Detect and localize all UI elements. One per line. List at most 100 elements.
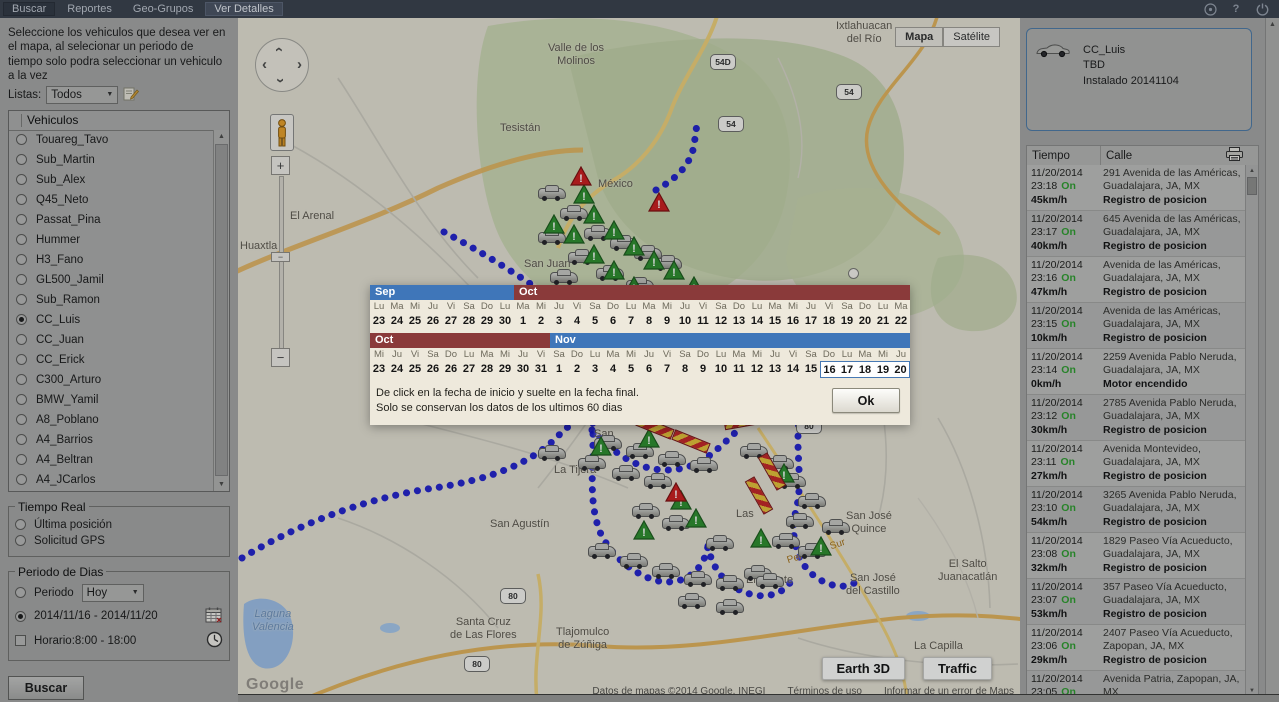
pegman-control[interactable] xyxy=(270,114,294,151)
calendar-date[interactable]: 16 xyxy=(784,313,802,330)
tree-alert-marker[interactable]: ! xyxy=(663,260,685,280)
calendar-date[interactable]: 10 xyxy=(712,361,730,378)
vehicle-radio[interactable] xyxy=(16,374,27,385)
calendar-date[interactable]: 18 xyxy=(856,361,874,378)
vehicle-marker[interactable] xyxy=(706,538,734,549)
calendar-date[interactable]: 16 xyxy=(820,361,838,378)
calendar-date[interactable]: 27 xyxy=(442,313,460,330)
table-row[interactable]: 11/20/201423:16On47km/hAvenida de las Am… xyxy=(1027,257,1246,303)
vehicle-radio[interactable] xyxy=(16,254,27,265)
date-range-option[interactable]: 2014/11/16 - 2014/11/20 xyxy=(15,606,223,627)
vehicle-item[interactable]: BMW_Yamil xyxy=(9,390,214,410)
vehicle-item[interactable]: C300_Arturo xyxy=(9,370,214,390)
vehicle-marker[interactable] xyxy=(578,458,606,469)
vehicle-marker[interactable] xyxy=(822,522,850,533)
tree-alert-marker[interactable]: ! xyxy=(750,528,772,548)
calendar-date[interactable]: 6 xyxy=(640,361,658,378)
calendar-date[interactable]: 20 xyxy=(892,361,910,378)
scroll-up-icon[interactable]: ▲ xyxy=(1266,18,1279,30)
calendar-date[interactable]: 24 xyxy=(388,361,406,378)
table-row[interactable]: 11/20/201423:17On40km/h645 Avenida de la… xyxy=(1027,211,1246,257)
tree-alert-marker[interactable]: ! xyxy=(603,220,625,240)
calendar-date[interactable]: 17 xyxy=(802,313,820,330)
calendar-date[interactable]: 1 xyxy=(514,313,532,330)
calendar-date[interactable]: 25 xyxy=(406,313,424,330)
vehicle-radio[interactable] xyxy=(16,474,27,485)
table-row[interactable]: 11/20/201423:14On0km/h2259 Avenida Pablo… xyxy=(1027,349,1246,395)
warning-marker[interactable]: ! xyxy=(648,192,670,212)
vehicle-marker[interactable] xyxy=(786,516,814,527)
scroll-down-icon[interactable]: ▼ xyxy=(214,478,229,491)
vehicle-marker[interactable] xyxy=(772,536,800,547)
vehicle-radio[interactable] xyxy=(16,414,27,425)
panel-scrollbar[interactable]: ▲ ▼ xyxy=(1265,18,1279,702)
table-row[interactable]: 11/20/201423:12On30km/h2785 Avenida Pabl… xyxy=(1027,395,1246,441)
pan-right-icon[interactable]: › xyxy=(297,57,302,72)
vehicle-marker[interactable] xyxy=(550,272,578,283)
calendar-date[interactable]: 2 xyxy=(568,361,586,378)
calendar-date[interactable]: 15 xyxy=(802,361,820,378)
vehicle-item[interactable]: CC_Juan xyxy=(9,330,214,350)
calendar-date[interactable]: 11 xyxy=(694,313,712,330)
calendar-date[interactable]: 8 xyxy=(676,361,694,378)
table-row[interactable]: 11/20/201423:05On34km/hAvenida Patria, Z… xyxy=(1027,671,1246,696)
vehicle-radio[interactable] xyxy=(16,134,27,145)
checkbox[interactable] xyxy=(15,635,26,646)
vehicle-radio[interactable] xyxy=(16,334,27,345)
calendar-date[interactable]: 26 xyxy=(424,361,442,378)
vehicle-radio[interactable] xyxy=(16,174,27,185)
tree-alert-marker[interactable]: ! xyxy=(563,224,585,244)
vehicle-radio[interactable] xyxy=(16,154,27,165)
vehicle-marker[interactable] xyxy=(658,454,686,465)
calendar-icon[interactable] xyxy=(205,606,223,627)
calendar-date[interactable]: 6 xyxy=(604,313,622,330)
zoom-in-button[interactable]: + xyxy=(271,156,290,175)
speed-alert-marker[interactable] xyxy=(745,476,774,514)
calendar-date[interactable]: 23 xyxy=(370,313,388,330)
calendar-date[interactable]: 19 xyxy=(838,313,856,330)
vehicle-marker[interactable] xyxy=(620,556,648,567)
calendar-date[interactable]: 14 xyxy=(748,313,766,330)
vehicle-radio[interactable] xyxy=(16,194,27,205)
calendar-date[interactable]: 28 xyxy=(478,361,496,378)
calendar-date[interactable]: 18 xyxy=(820,313,838,330)
traffic-button[interactable]: Traffic xyxy=(923,657,992,680)
selected-vehicle-card[interactable]: CC_Luis TBD Instalado 20141104 xyxy=(1026,28,1252,131)
vehicle-item[interactable]: Q45_Neto xyxy=(9,190,214,210)
table-row[interactable]: 11/20/201423:07On53km/h357 Paseo Vía Acu… xyxy=(1027,579,1246,625)
tree-alert-marker[interactable]: ! xyxy=(623,236,645,256)
calendar-date[interactable]: 5 xyxy=(622,361,640,378)
table-row[interactable]: 11/20/201423:06On29km/h2407 Paseo Vía Ac… xyxy=(1027,625,1246,671)
calendar-date[interactable]: 7 xyxy=(622,313,640,330)
warning-marker[interactable]: ! xyxy=(570,166,592,186)
calendar-date[interactable]: 4 xyxy=(604,361,622,378)
map-type-satelite-button[interactable]: Satélite xyxy=(943,27,1000,47)
vehicle-marker[interactable] xyxy=(716,602,744,613)
col-header-tiempo[interactable]: Tiempo xyxy=(1027,146,1101,165)
vehicle-radio[interactable] xyxy=(16,434,27,445)
radio-button[interactable] xyxy=(15,587,26,598)
tree-alert-marker[interactable]: ! xyxy=(603,260,625,280)
tree-alert-marker[interactable]: ! xyxy=(590,436,612,456)
vehicle-list-scrollbar[interactable]: ▲ ▼ xyxy=(213,130,229,491)
calendar-date[interactable]: 12 xyxy=(748,361,766,378)
calendar-date[interactable]: 4 xyxy=(568,313,586,330)
vehicle-item[interactable]: Touareg_Tavo xyxy=(9,130,214,150)
pan-down-icon[interactable]: ‹ xyxy=(272,78,287,83)
map-type-mapa-button[interactable]: Mapa xyxy=(895,27,943,47)
vehicle-marker[interactable] xyxy=(538,448,566,459)
vehicle-item[interactable]: A8_Poblano xyxy=(9,410,214,430)
scroll-up-icon[interactable]: ▲ xyxy=(214,130,229,143)
tree-alert-marker[interactable]: ! xyxy=(810,536,832,556)
table-row[interactable]: 11/20/201423:11On27km/hAvenida Montevide… xyxy=(1027,441,1246,487)
periodo-option[interactable]: Periodo Hoy ▼ xyxy=(15,584,223,602)
speed-alert-marker[interactable] xyxy=(671,429,710,453)
vehicle-item[interactable]: A4_Barrios xyxy=(9,430,214,450)
calendar-date[interactable]: 23 xyxy=(370,361,388,378)
calendar-date[interactable]: 7 xyxy=(658,361,676,378)
vehicle-radio[interactable] xyxy=(16,294,27,305)
scrollbar-thumb[interactable] xyxy=(215,144,228,476)
tree-alert-marker[interactable]: ! xyxy=(573,184,595,204)
zoom-slider-track[interactable] xyxy=(279,176,284,350)
calendar-date[interactable]: 30 xyxy=(496,313,514,330)
